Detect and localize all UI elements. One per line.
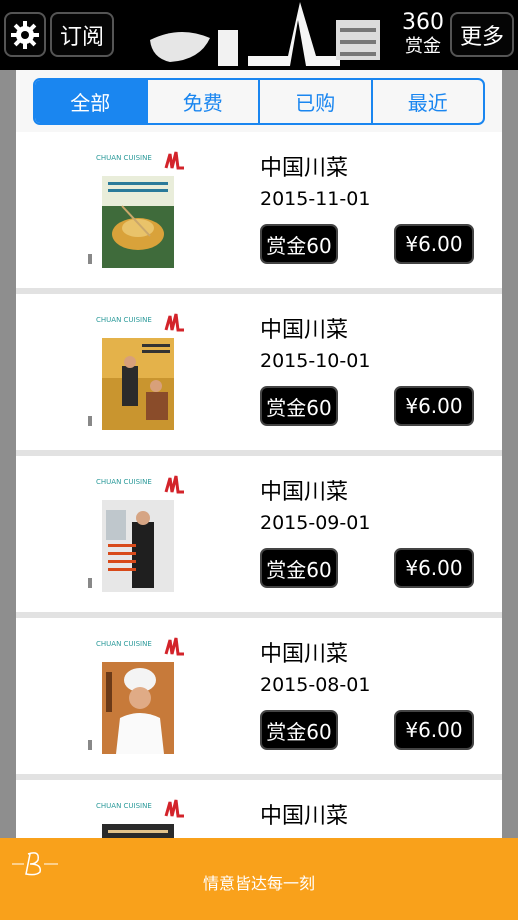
- reward-button[interactable]: 赏金60: [260, 386, 338, 426]
- cover-brand-text: CHUAN CUISINE: [96, 154, 152, 162]
- cover-image: [102, 662, 174, 754]
- buy-button[interactable]: ¥6.00: [394, 224, 474, 264]
- cover-spine: [88, 416, 92, 426]
- cover-brand-text: CHUAN CUISINE: [96, 316, 152, 324]
- cover-logo-icon: [164, 313, 184, 332]
- magazine-title: 中国川菜: [260, 642, 349, 667]
- cover-spine: [88, 740, 92, 750]
- reward-button[interactable]: 赏金60: [260, 710, 338, 750]
- magazine-title: 中国川菜: [260, 804, 349, 829]
- tab-recent[interactable]: 最近: [373, 80, 484, 123]
- magazine-title: 中国川菜: [260, 480, 349, 505]
- magazine-list: CHUAN CUISINE 中国川菜 2015-11-01 赏金60 ¥6.00: [16, 132, 502, 920]
- list-item[interactable]: CHUAN CUISINE 中国川菜 2015-08-01 赏金60 ¥6.00: [16, 618, 502, 780]
- reward-count: 360: [402, 10, 444, 35]
- cover-logo-icon: [164, 637, 184, 656]
- magazine-title: 中国川菜: [260, 156, 349, 181]
- more-button[interactable]: 更多: [450, 12, 514, 57]
- cover-brand-text: CHUAN CUISINE: [96, 478, 152, 486]
- list-item[interactable]: CHUAN CUISINE 中国川菜 2015-09-01 赏金60 ¥6.00: [16, 456, 502, 618]
- filter-bar: 全部 免费 已购 最近: [16, 70, 502, 132]
- reward-button[interactable]: 赏金60: [260, 224, 338, 264]
- cover-logo-icon: [164, 475, 184, 494]
- cover-image: [102, 500, 174, 592]
- app-logo: [140, 0, 392, 70]
- cover-image: [102, 338, 174, 430]
- tab-free[interactable]: 免费: [148, 80, 260, 123]
- issue-date: 2015-09-01: [260, 512, 371, 534]
- gear-icon: [11, 20, 39, 49]
- magazine-cover[interactable]: CHUAN CUISINE: [88, 150, 190, 272]
- top-bar: 订阅 360 赏金 更多: [0, 0, 518, 70]
- buy-button[interactable]: ¥6.00: [394, 710, 474, 750]
- subscribe-button[interactable]: 订阅: [50, 12, 114, 57]
- reward-button[interactable]: 赏金60: [260, 548, 338, 588]
- cover-logo-icon: [164, 799, 184, 818]
- reward-balance: 360 赏金: [400, 10, 446, 58]
- issue-date: 2015-11-01: [260, 188, 371, 210]
- cover-brand-text: CHUAN CUISINE: [96, 640, 152, 648]
- ad-text: 情意皆达每一刻: [202, 874, 315, 893]
- magazine-cover[interactable]: CHUAN CUISINE: [88, 474, 190, 596]
- magazine-cover[interactable]: CHUAN CUISINE: [88, 636, 190, 758]
- cover-spine: [88, 578, 92, 588]
- issue-date: 2015-10-01: [260, 350, 371, 372]
- ad-banner[interactable]: 情意皆达每一刻: [0, 838, 518, 920]
- magazine-cover[interactable]: CHUAN CUISINE: [88, 312, 190, 434]
- cover-image: [102, 176, 174, 268]
- buy-button[interactable]: ¥6.00: [394, 548, 474, 588]
- segmented-control: 全部 免费 已购 最近: [33, 78, 485, 125]
- list-item[interactable]: CHUAN CUISINE 中国川菜 2015-10-01 赏金60 ¥6.00: [16, 294, 502, 456]
- settings-button[interactable]: [4, 12, 46, 57]
- magazine-title: 中国川菜: [260, 318, 349, 343]
- app-screen: 订阅 360 赏金 更多 全部 免费 已购 最近 CHUAN CUISINE 中…: [0, 0, 518, 920]
- cover-brand-text: CHUAN CUISINE: [96, 802, 152, 810]
- list-item[interactable]: CHUAN CUISINE 中国川菜 2015-11-01 赏金60 ¥6.00: [16, 132, 502, 294]
- reward-label: 赏金: [405, 36, 441, 57]
- cover-spine: [88, 254, 92, 264]
- cover-logo-icon: [164, 151, 184, 170]
- tab-all[interactable]: 全部: [35, 80, 148, 123]
- buy-button[interactable]: ¥6.00: [394, 386, 474, 426]
- issue-date: 2015-08-01: [260, 674, 371, 696]
- tab-purchased[interactable]: 已购: [260, 80, 373, 123]
